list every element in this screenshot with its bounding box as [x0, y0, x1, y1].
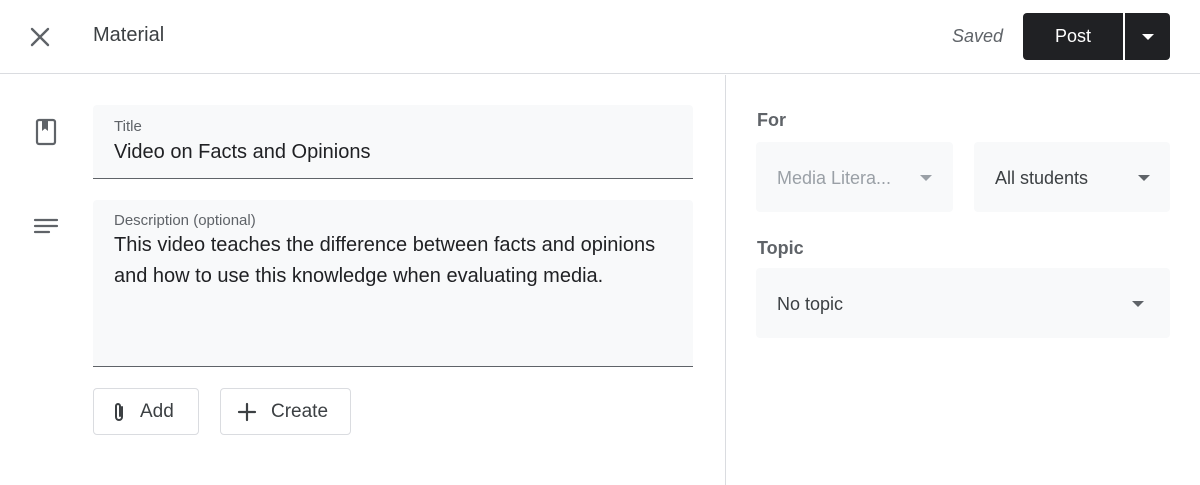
add-button[interactable]: Add	[93, 388, 199, 435]
chevron-down-icon	[1132, 301, 1144, 307]
class-select[interactable]: Media Litera...	[756, 142, 953, 212]
students-select-value: All students	[995, 168, 1089, 188]
top-bar: Material Saved Post	[0, 0, 1200, 74]
close-button[interactable]	[22, 19, 58, 55]
title-label: Title	[114, 118, 142, 135]
post-button[interactable]: Post	[1023, 13, 1123, 60]
caret-down-icon	[1141, 33, 1154, 40]
bookmark-icon	[32, 118, 60, 146]
add-button-label: Add	[140, 400, 174, 422]
topic-label: Topic	[757, 238, 804, 258]
post-button-group: Post	[1023, 13, 1170, 60]
page-title: Material	[93, 24, 165, 46]
notes-icon	[32, 212, 60, 240]
for-label: For	[757, 110, 786, 130]
saved-status: Saved	[951, 26, 1003, 46]
title-field[interactable]: Title Video on Facts and Opinions	[93, 105, 693, 179]
chevron-down-icon	[920, 175, 932, 181]
description-field[interactable]: Description (optional) This video teache…	[93, 200, 693, 367]
description-label: Description (optional)	[114, 212, 256, 229]
students-select[interactable]: All students	[974, 142, 1170, 212]
paperclip-icon	[112, 401, 126, 423]
chevron-down-icon	[1138, 175, 1150, 181]
create-button[interactable]: Create	[220, 388, 351, 435]
post-options-button[interactable]	[1125, 13, 1170, 60]
title-input[interactable]: Video on Facts and Opinions	[114, 141, 370, 164]
plus-icon	[237, 402, 257, 422]
create-button-label: Create	[271, 400, 329, 422]
close-icon	[30, 27, 50, 47]
topic-select[interactable]: No topic	[756, 268, 1170, 338]
pane-divider	[725, 75, 726, 485]
class-select-value: Media Litera...	[777, 168, 892, 188]
description-input[interactable]: This video teaches the difference betwee…	[114, 230, 674, 292]
topic-select-value: No topic	[777, 294, 844, 314]
